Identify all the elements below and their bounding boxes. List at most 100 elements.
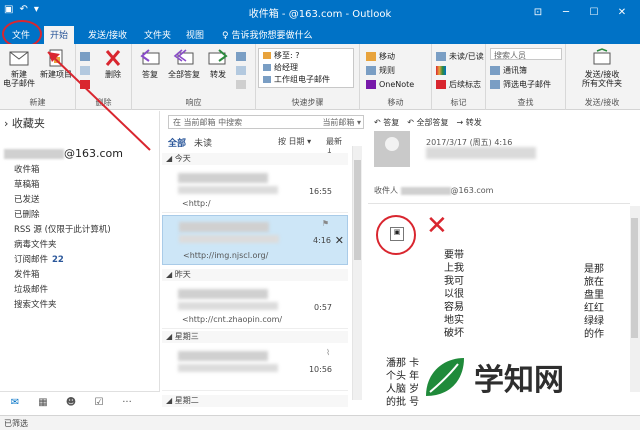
folder-inbox[interactable]: 收件箱 — [14, 163, 40, 175]
group-label-new: 新建 — [29, 98, 46, 107]
onenote-button[interactable]: OneNote — [366, 78, 414, 90]
im-icon[interactable] — [236, 64, 246, 76]
folder-deleted[interactable]: 已删除 — [14, 208, 40, 220]
tab-send-receive[interactable]: 发送/接收 — [82, 26, 133, 44]
search-people-input[interactable]: 搜索人员 — [490, 48, 562, 60]
delete-icon — [105, 50, 121, 66]
tell-me-box[interactable]: ♀ 告诉我你想要做什么 — [216, 26, 318, 44]
ignore-icon[interactable] — [80, 50, 90, 62]
delete-message-icon[interactable]: ✕ — [335, 234, 344, 247]
redacted-sender — [178, 173, 268, 183]
flag-icon[interactable]: ⚑ — [322, 219, 329, 228]
tab-view[interactable]: 视图 — [180, 26, 210, 44]
folder-pane: › 收藏夹 @163.com 收件箱 草稿箱 已发送 已删除 RSS 源 (仅限… — [0, 111, 160, 391]
message-preview: <http://cnt.zhaopin.com/ — [182, 315, 283, 324]
folder-junk[interactable]: 垃圾邮件 — [14, 283, 48, 295]
reply-icon — [140, 49, 160, 65]
folder-drafts[interactable]: 草稿箱 — [14, 178, 40, 190]
reading-pane-scrollbar[interactable] — [630, 206, 640, 392]
move-button[interactable]: 移动 — [366, 50, 395, 62]
list-item[interactable]: 16:55 <http:/ — [162, 167, 348, 213]
folder-rss[interactable]: RSS 源 (仅限于此计算机) — [14, 223, 111, 235]
folder-search[interactable]: 搜索文件夹 — [14, 298, 57, 310]
status-text: 已筛选 — [4, 419, 28, 428]
rules-icon — [366, 65, 376, 75]
rules-button[interactable]: 规则 — [366, 64, 395, 76]
tab-folder[interactable]: 文件夹 — [138, 26, 177, 44]
message-time: 16:55 — [308, 187, 332, 196]
delete-button[interactable]: 删除 — [98, 48, 128, 79]
new-items-button[interactable]: 新建项目 — [38, 48, 74, 79]
close-button[interactable]: ✕ — [608, 2, 636, 22]
avatar — [374, 131, 410, 167]
more-icon[interactable]: ··· — [120, 397, 134, 409]
reading-forward-button[interactable]: → 转发 — [457, 117, 482, 128]
group-label-move: 移动 — [387, 98, 404, 107]
scrollbar-thumb[interactable] — [354, 160, 361, 260]
group-header-yesterday[interactable]: ◢ 昨天 — [162, 269, 348, 281]
folder-virus[interactable]: 病毒文件夹 — [14, 238, 57, 250]
list-item[interactable]: ⌇ 10:56 — [162, 345, 348, 391]
annotation-circle — [376, 215, 416, 255]
message-list-scrollbar[interactable] — [352, 146, 362, 400]
maximize-button[interactable]: ☐ — [580, 2, 608, 22]
quick-step-move-to[interactable]: 移至: ? — [259, 49, 353, 61]
divider — [368, 203, 630, 204]
group-header-wednesday[interactable]: ◢ 星期三 — [162, 331, 348, 343]
group-move: 移动 规则 OneNote 移动 — [360, 44, 432, 110]
scrollbar-thumb[interactable] — [631, 218, 638, 338]
send-receive-all-button[interactable]: 发送/接收 所有文件夹 — [568, 48, 636, 88]
title-bar: ▣ ↶ ▾ 收件箱 - @163.com - Outlook ⊡ ─ ☐ ✕ — [0, 0, 640, 24]
calendar-icon[interactable]: ▦ — [36, 397, 50, 409]
redacted-sender — [179, 222, 269, 232]
unread-read-button[interactable]: 未读/已读 — [436, 50, 484, 62]
follow-up-button[interactable]: 后续标志 — [436, 78, 481, 90]
filter-email-button[interactable]: 筛选电子邮件 — [490, 78, 551, 90]
people-icon[interactable]: ☻ — [64, 397, 78, 409]
ribbon-options-icon[interactable]: ⊡ — [524, 2, 552, 22]
list-item[interactable]: 0:57 <http://cnt.zhaopin.com/ — [162, 283, 348, 329]
redacted-subject — [178, 302, 278, 310]
junk-icon[interactable] — [80, 78, 90, 90]
meeting-icon[interactable] — [236, 50, 246, 62]
favorites-header[interactable]: › 收藏夹 — [4, 115, 45, 131]
reply-button[interactable]: 答复 — [136, 48, 164, 79]
tasks-icon[interactable]: ☑ — [92, 397, 106, 409]
minimize-button[interactable]: ─ — [552, 2, 580, 22]
unread-count-badge: 22 — [52, 255, 64, 265]
sort-by-date[interactable]: 按 日期 ▾ — [278, 136, 311, 147]
cleanup-icon[interactable] — [80, 64, 90, 76]
group-quick-steps: 移至: ? 给经理 工作组电子邮件 快速步骤 — [256, 44, 360, 110]
categorize-icon — [436, 65, 446, 75]
group-header-tuesday[interactable]: ◢ 星期二 — [162, 395, 348, 407]
categorize-button[interactable] — [436, 64, 446, 76]
list-item-selected[interactable]: ⚑ 4:16 ✕ <http://img.njscl.org/ — [162, 215, 348, 265]
folder-subscriptions[interactable]: 订阅邮件 22 — [14, 253, 64, 265]
tab-home[interactable]: 开始 — [44, 26, 75, 44]
window-controls: ⊡ ─ ☐ ✕ — [524, 2, 636, 22]
mail-icon[interactable]: ✉ — [8, 397, 22, 409]
reading-reply-button[interactable]: ↶ 答复 — [374, 117, 399, 128]
forward-icon — [208, 49, 228, 65]
search-scope-dropdown[interactable]: 当前邮箱 ▾ — [322, 117, 361, 128]
group-send-receive: 发送/接收 所有文件夹 发送/接收 — [566, 44, 638, 110]
folder-outbox[interactable]: 发件箱 — [14, 268, 40, 280]
status-bar: 已筛选 — [0, 415, 640, 430]
redacted-sender — [426, 147, 536, 159]
reading-reply-all-button[interactable]: ↶ 全部答复 — [407, 117, 448, 128]
address-book-icon — [490, 65, 500, 75]
filter-all[interactable]: 全部 — [168, 136, 186, 149]
message-search-input[interactable]: 在 当前邮箱 中搜索 当前邮箱 ▾ — [168, 115, 364, 129]
new-email-button[interactable]: 新建 电子邮件 — [2, 48, 36, 88]
reply-all-button[interactable]: 全部答复 — [166, 48, 202, 79]
address-book-button[interactable]: 通讯簿 — [490, 64, 527, 76]
filter-unread[interactable]: 未读 — [194, 136, 212, 149]
account-header[interactable]: @163.com — [4, 147, 123, 160]
quick-step-team-email[interactable]: 工作组电子邮件 — [259, 73, 353, 85]
folder-sent[interactable]: 已发送 — [14, 193, 40, 205]
forward-button[interactable]: 转发 — [204, 48, 232, 79]
more-respond-icon[interactable] — [236, 78, 246, 90]
quick-step-to-manager[interactable]: 给经理 — [259, 61, 353, 73]
filter-icon — [490, 79, 500, 89]
group-header-today[interactable]: ◢ 今天 — [162, 153, 348, 165]
